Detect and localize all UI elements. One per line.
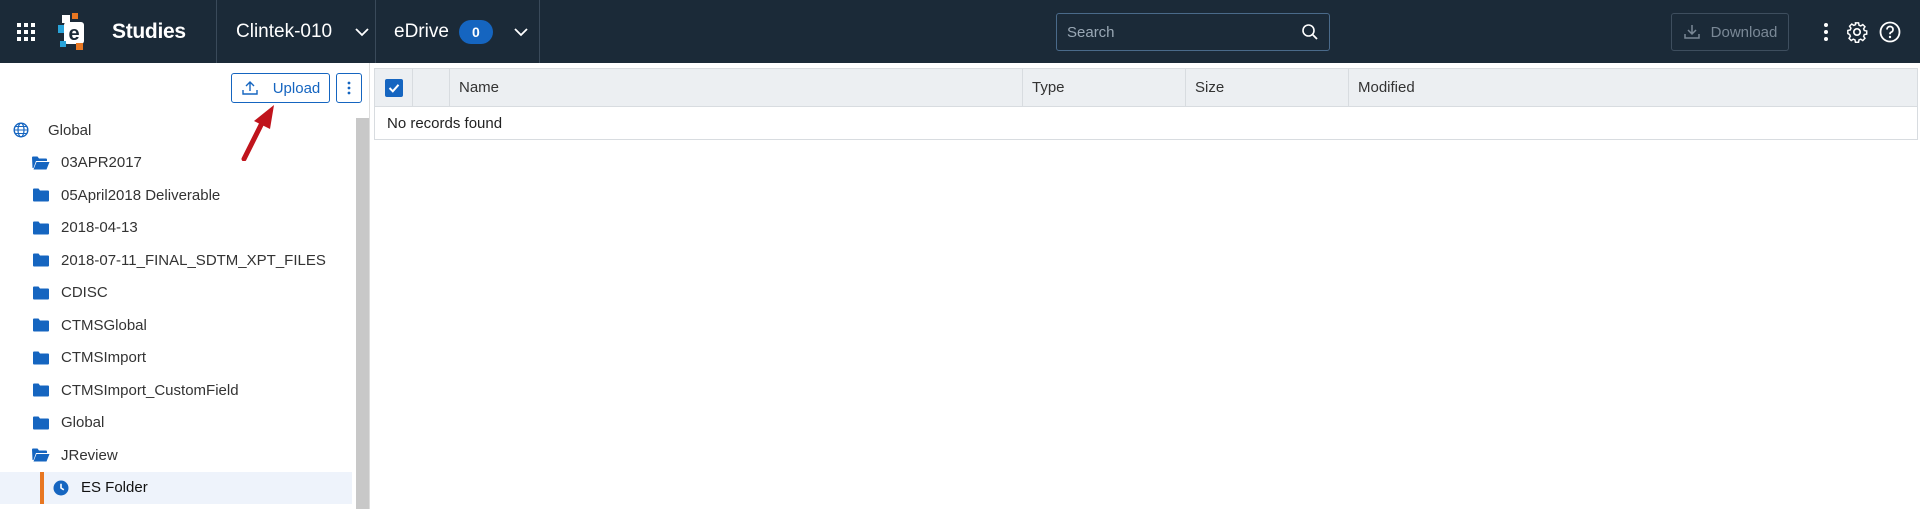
tree-item-selected[interactable]: ES Folder xyxy=(0,471,352,504)
top-bar: e Studies Clintek-010 eDrive 0 Download xyxy=(0,0,1920,63)
checkmark-icon xyxy=(385,78,403,97)
edrive-label: eDrive xyxy=(394,20,449,42)
divider xyxy=(375,0,376,63)
app-title: Studies xyxy=(112,19,186,43)
table-header: Name Type Size Modified xyxy=(374,68,1918,107)
tree-item[interactable]: CTMSGlobal xyxy=(0,309,352,341)
column-header-type[interactable]: Type xyxy=(1023,69,1186,106)
folder-icon xyxy=(32,316,50,334)
sidebar-more-button[interactable] xyxy=(336,73,362,103)
download-label: Download xyxy=(1710,23,1778,41)
download-icon xyxy=(1683,25,1700,39)
column-header-name[interactable]: Name xyxy=(450,69,1023,106)
upload-button[interactable]: Upload xyxy=(231,73,330,103)
upload-label: Upload xyxy=(272,79,321,97)
tree-item-label: CTMSImport_CustomField xyxy=(61,381,239,399)
clock-icon xyxy=(52,479,70,497)
select-all-checkbox[interactable] xyxy=(375,69,413,106)
chevron-down-icon xyxy=(514,27,528,36)
icon-column-header xyxy=(413,69,450,106)
tree-item[interactable]: 2018-07-11_FINAL_SDTM_XPT_FILES xyxy=(0,244,352,276)
folder-icon xyxy=(32,251,50,269)
globe-icon xyxy=(12,121,30,139)
edrive-selector[interactable]: eDrive 0 xyxy=(394,0,529,63)
chevron-down-icon xyxy=(355,27,369,36)
folder-icon xyxy=(32,381,50,399)
empty-message: No records found xyxy=(374,107,1918,140)
tree-item-label: 05April2018 Deliverable xyxy=(61,186,221,204)
edrive-count-badge: 0 xyxy=(458,19,493,44)
more-vertical-icon xyxy=(347,81,351,95)
divider xyxy=(539,0,540,63)
gear-icon[interactable] xyxy=(1844,19,1870,45)
folder-open-icon xyxy=(32,154,50,172)
folder-open-icon xyxy=(32,446,50,464)
app-logo: e xyxy=(58,0,92,63)
svg-text:e: e xyxy=(68,23,79,45)
folder-icon xyxy=(32,349,50,367)
apps-grid-icon[interactable] xyxy=(14,0,38,63)
tree-item[interactable]: 05April2018 Deliverable xyxy=(0,179,352,211)
tree-item[interactable]: JReview xyxy=(0,439,352,471)
tree-item-label: ES Folder xyxy=(81,479,148,496)
folder-sidebar: Upload Global 03APR2017 05April2018 Deliv… xyxy=(0,63,370,509)
study-selector[interactable]: Clintek-010 xyxy=(236,0,370,63)
folder-icon xyxy=(32,414,50,432)
column-header-modified[interactable]: Modified xyxy=(1349,69,1917,106)
selection-marker xyxy=(40,471,44,504)
search-input[interactable] xyxy=(1067,23,1301,41)
tree-item-label: 2018-07-11_FINAL_SDTM_XPT_FILES xyxy=(61,251,326,269)
tree-item[interactable]: CDISC xyxy=(0,277,352,309)
folder-icon xyxy=(32,186,50,204)
sidebar-scrollbar[interactable] xyxy=(356,118,369,509)
tree-item-label: CTMSImport xyxy=(61,349,147,366)
tree-item-label: Global xyxy=(48,121,92,139)
tree-item[interactable]: 2018-04-13 xyxy=(0,212,352,244)
tree-item-label: 03APR2017 xyxy=(61,154,142,171)
tree-item-label: JReview xyxy=(61,446,118,464)
tree-item-label: CTMSGlobal xyxy=(61,316,147,334)
tree-item[interactable]: Global xyxy=(0,407,352,439)
tree-item[interactable]: CTMSImport xyxy=(0,342,352,374)
folder-icon xyxy=(32,219,50,237)
download-button[interactable]: Download xyxy=(1671,13,1789,51)
tree-item[interactable]: 03APR2017 xyxy=(0,147,352,179)
tree-item-label: Global xyxy=(61,414,105,431)
study-name: Clintek-010 xyxy=(236,20,333,42)
file-table: Name Type Size Modified No records found xyxy=(374,63,1920,509)
help-icon[interactable] xyxy=(1877,19,1903,45)
search-icon[interactable] xyxy=(1301,23,1319,41)
more-vertical-icon[interactable] xyxy=(1813,19,1839,45)
tree-root-global[interactable]: Global xyxy=(12,114,364,146)
search-box[interactable] xyxy=(1056,13,1330,51)
column-header-size[interactable]: Size xyxy=(1186,69,1349,106)
tree-item-label: 2018-04-13 xyxy=(61,219,138,236)
folder-icon xyxy=(32,284,50,302)
divider xyxy=(216,0,217,63)
tree-item-label: CDISC xyxy=(61,284,108,301)
upload-icon xyxy=(242,81,258,95)
tree-item[interactable]: CTMSImport_CustomField xyxy=(0,374,352,406)
